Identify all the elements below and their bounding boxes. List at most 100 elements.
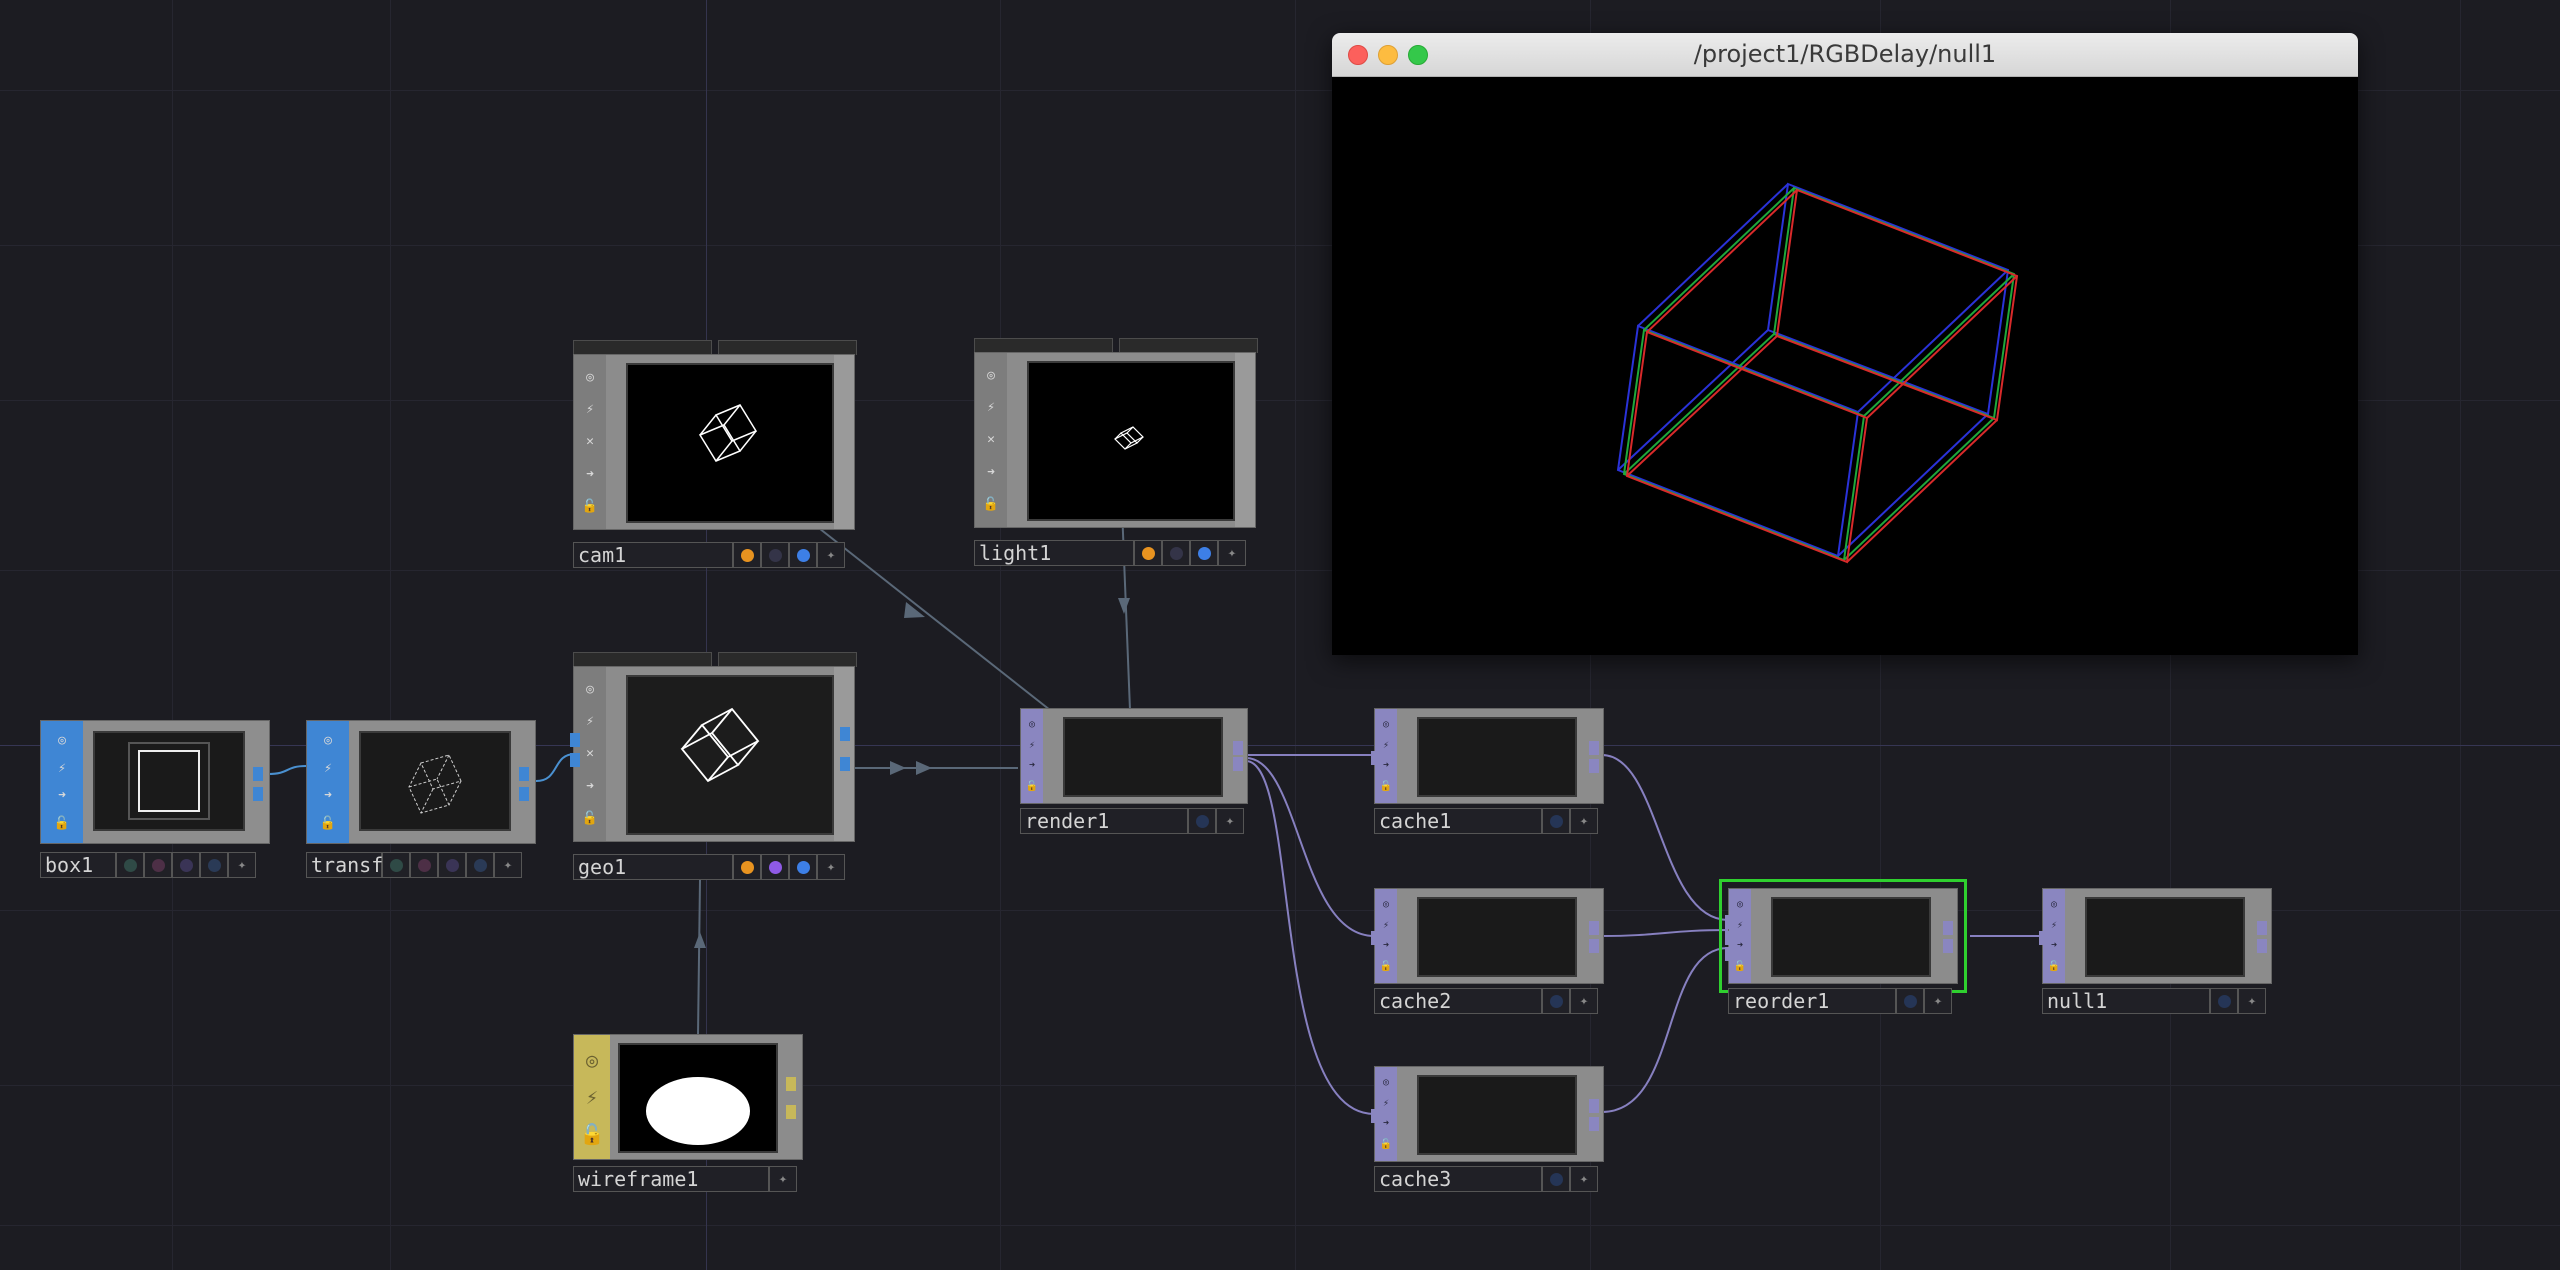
viewer-icon[interactable]: ◎ bbox=[324, 734, 332, 747]
node-viewer[interactable] bbox=[359, 731, 511, 831]
template-flag[interactable] bbox=[172, 852, 200, 878]
target-icon[interactable]: ◎ bbox=[586, 1050, 598, 1070]
output-connector[interactable] bbox=[1589, 921, 1599, 935]
node-viewer[interactable] bbox=[626, 363, 834, 523]
output-connector[interactable] bbox=[1589, 939, 1599, 953]
input-connector[interactable] bbox=[1725, 931, 1735, 945]
output-connector[interactable] bbox=[1943, 921, 1953, 935]
display-flag[interactable] bbox=[382, 852, 410, 878]
lock-icon[interactable]: 🔓 bbox=[582, 812, 598, 825]
output-connector[interactable] bbox=[2257, 939, 2267, 953]
cook-icon[interactable]: ➜ bbox=[324, 789, 332, 802]
pin-icon[interactable]: ✦ bbox=[494, 852, 522, 878]
node-name[interactable]: transform1 bbox=[306, 852, 431, 878]
node-viewer[interactable] bbox=[2085, 897, 2245, 977]
input-connector[interactable] bbox=[1371, 751, 1381, 765]
display-flag[interactable] bbox=[1542, 808, 1570, 834]
input-connector[interactable] bbox=[1371, 931, 1381, 945]
window-titlebar[interactable]: /project1/RGBDelay/null1 bbox=[1332, 33, 2358, 77]
bypass-icon[interactable]: ⚡ bbox=[586, 403, 594, 416]
wire-cache2-reorder1[interactable] bbox=[1601, 929, 1729, 937]
node-render1[interactable]: ◎ ⚡ ➜ 🔓 render1 ✦ bbox=[1020, 708, 1248, 838]
render-flag[interactable] bbox=[789, 854, 817, 880]
close-icon[interactable]: ✕ bbox=[987, 433, 995, 446]
display-flag[interactable] bbox=[116, 852, 144, 878]
wire-render1-cache3[interactable] bbox=[1245, 760, 1375, 1115]
node-name[interactable]: cam1 bbox=[573, 542, 733, 568]
display-flag[interactable] bbox=[2210, 988, 2238, 1014]
viewer-icon[interactable]: ◎ bbox=[1383, 900, 1389, 910]
output-connector[interactable] bbox=[786, 1077, 796, 1091]
target-icon[interactable]: ◎ bbox=[586, 371, 594, 384]
bypass-icon[interactable]: ⚡ bbox=[1737, 920, 1743, 931]
display-flag[interactable] bbox=[1134, 540, 1162, 566]
template-flag[interactable] bbox=[1162, 540, 1190, 566]
floating-viewer-window[interactable]: /project1/RGBDelay/null1 bbox=[1332, 33, 2358, 655]
output-connector[interactable] bbox=[840, 727, 850, 741]
pin-icon[interactable]: ✦ bbox=[1924, 988, 1952, 1014]
node-name[interactable]: cache1 bbox=[1374, 808, 1542, 834]
input-connector[interactable] bbox=[1725, 915, 1735, 929]
pin-icon[interactable]: ✦ bbox=[817, 854, 845, 880]
input-connector[interactable] bbox=[570, 753, 580, 767]
pin-icon[interactable]: ✦ bbox=[817, 542, 845, 568]
arrow-right-icon[interactable]: ➜ bbox=[586, 468, 594, 481]
render-flag[interactable] bbox=[410, 852, 438, 878]
lock-icon[interactable]: 🔓 bbox=[54, 817, 70, 830]
output-connector[interactable] bbox=[1233, 757, 1243, 771]
node-null1[interactable]: ◎ ⚡ ➜ 🔓 null1 ✦ bbox=[2039, 888, 2272, 1018]
node-transform1[interactable]: ◎ ⚡ ➜ 🔓 transform1 ✦ bbox=[306, 718, 536, 880]
bypass-icon[interactable]: ⚡ bbox=[987, 401, 995, 414]
wire-box1-transform1[interactable] bbox=[267, 765, 307, 775]
input-connector[interactable] bbox=[570, 733, 580, 747]
viewer-icon[interactable]: ◎ bbox=[1029, 720, 1035, 730]
bypass-icon[interactable]: ⚡ bbox=[586, 715, 594, 728]
cook-icon[interactable]: ➜ bbox=[1383, 941, 1389, 951]
display-flag[interactable] bbox=[1896, 988, 1924, 1014]
pin-icon[interactable]: ✦ bbox=[1570, 988, 1598, 1014]
node-viewer[interactable] bbox=[626, 675, 834, 835]
target-icon[interactable]: ◎ bbox=[586, 683, 594, 696]
close-icon[interactable]: ✕ bbox=[586, 747, 594, 760]
target-icon[interactable]: ◎ bbox=[987, 369, 995, 382]
template-flag[interactable] bbox=[761, 542, 789, 568]
node-name[interactable]: render1 bbox=[1020, 808, 1188, 834]
node-viewer[interactable] bbox=[1027, 361, 1235, 521]
node-name[interactable]: geo1 bbox=[573, 854, 733, 880]
bypass-icon[interactable]: ⚡ bbox=[1383, 740, 1389, 751]
render-flag[interactable] bbox=[1190, 540, 1218, 566]
bypass-icon[interactable]: ⚡ bbox=[586, 1087, 598, 1107]
bypass-icon[interactable]: ⚡ bbox=[324, 762, 332, 775]
bypass-icon[interactable]: ⚡ bbox=[1383, 920, 1389, 931]
node-reorder1[interactable]: ◎ ⚡ ➜ 🔓 reorder1 ✦ bbox=[1719, 879, 1967, 1018]
cook-icon[interactable]: ➜ bbox=[58, 789, 66, 802]
lock-icon[interactable]: 🔓 bbox=[983, 498, 999, 511]
display-flag[interactable] bbox=[1542, 988, 1570, 1014]
bypass-icon[interactable]: ⚡ bbox=[1383, 1098, 1389, 1109]
cook-icon[interactable]: ➜ bbox=[1383, 761, 1389, 771]
node-viewer[interactable] bbox=[1063, 717, 1223, 797]
arrow-right-icon[interactable]: ➜ bbox=[987, 466, 995, 479]
bypass-icon[interactable]: ⚡ bbox=[58, 762, 66, 775]
node-viewer[interactable] bbox=[1417, 897, 1577, 977]
bypass-icon[interactable]: ⚡ bbox=[2051, 920, 2057, 931]
output-connector[interactable] bbox=[253, 787, 263, 801]
template-flag[interactable] bbox=[438, 852, 466, 878]
input-connector[interactable] bbox=[1725, 947, 1735, 961]
wire-cache1-reorder1[interactable] bbox=[1601, 754, 1729, 921]
node-cache2[interactable]: ◎ ⚡ ➜ 🔓 cache2 ✦ bbox=[1371, 888, 1604, 1018]
cook-icon[interactable]: ➜ bbox=[2051, 941, 2057, 951]
output-connector[interactable] bbox=[786, 1105, 796, 1119]
pin-icon[interactable]: ✦ bbox=[228, 852, 256, 878]
node-viewer[interactable] bbox=[618, 1043, 778, 1153]
node-viewer[interactable] bbox=[1417, 717, 1577, 797]
output-connector[interactable] bbox=[1589, 759, 1599, 773]
bypass-icon[interactable]: ⚡ bbox=[1029, 740, 1035, 751]
viewer-icon[interactable]: ◎ bbox=[1383, 1078, 1389, 1088]
wire-cache3-reorder1[interactable] bbox=[1601, 947, 1729, 1113]
node-name[interactable]: cache3 bbox=[1374, 1166, 1542, 1192]
close-icon[interactable]: ✕ bbox=[586, 435, 594, 448]
node-name[interactable]: reorder1 bbox=[1728, 988, 1896, 1014]
node-light1[interactable]: ◎ ⚡ ✕ ➜ 🔓 light1 ✦ bbox=[974, 338, 1258, 568]
display-flag[interactable] bbox=[1188, 808, 1216, 834]
